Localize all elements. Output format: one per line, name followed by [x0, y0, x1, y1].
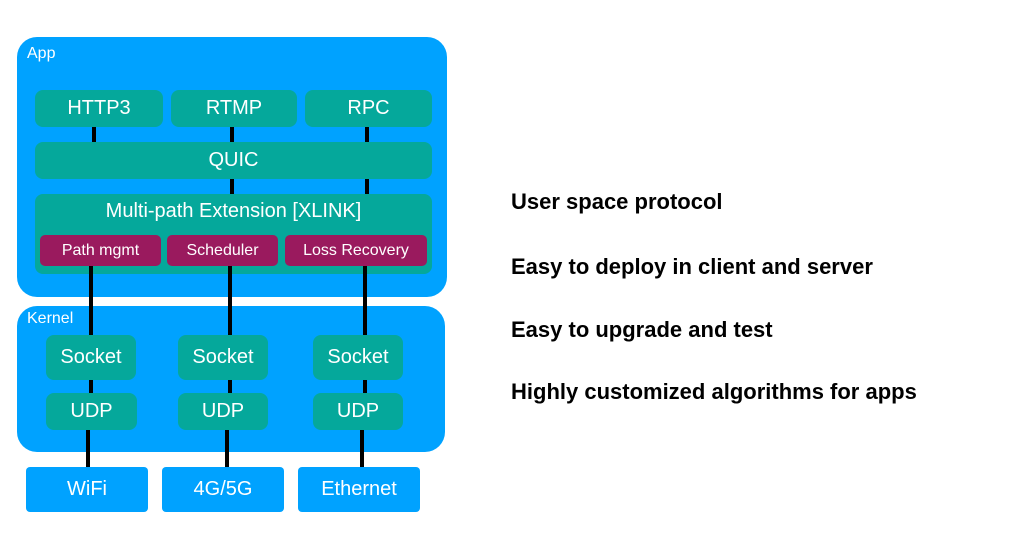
- connector-http3-quic: [92, 127, 96, 142]
- connector-path1-socket-udp: [89, 380, 93, 393]
- connector-rpc-quic: [365, 127, 369, 142]
- connector-path1-udp-network: [86, 430, 90, 467]
- network-ethernet: Ethernet: [298, 467, 420, 512]
- feature-easy-upgrade: Easy to upgrade and test: [511, 317, 773, 342]
- connector-path2-udp-network: [225, 430, 229, 467]
- protocol-http3: HTTP3: [35, 90, 163, 127]
- connector-path3-socket-udp: [363, 380, 367, 393]
- connector-quic-extension-1: [230, 179, 234, 194]
- connector-path2-extension-socket: [228, 266, 232, 335]
- udp-path1: UDP: [46, 393, 137, 430]
- module-loss-recovery: Loss Recovery: [285, 235, 427, 266]
- module-path-mgmt: Path mgmt: [40, 235, 161, 266]
- quic-box: QUIC: [35, 142, 432, 179]
- socket-path3: Socket: [313, 335, 403, 380]
- connector-path1-extension-socket: [89, 266, 93, 335]
- feature-custom-algorithms: Highly customized algorithms for apps: [511, 379, 917, 404]
- connector-path3-udp-network: [360, 430, 364, 467]
- module-scheduler: Scheduler: [167, 235, 278, 266]
- connector-path3-extension-socket: [363, 266, 367, 335]
- feature-user-space: User space protocol: [511, 189, 723, 214]
- multipath-extension-label: Multi-path Extension [XLINK]: [105, 200, 362, 222]
- network-wifi: WiFi: [26, 467, 148, 512]
- feature-easy-deploy: Easy to deploy in client and server: [511, 254, 873, 279]
- kernel-layer-label: Kernel: [27, 310, 74, 327]
- udp-path3: UDP: [313, 393, 403, 430]
- connector-path2-socket-udp: [228, 380, 232, 393]
- protocol-rpc: RPC: [305, 90, 432, 127]
- network-cellular: 4G/5G: [162, 467, 284, 512]
- app-layer-label: App: [27, 45, 56, 62]
- udp-path2: UDP: [178, 393, 268, 430]
- connector-rtmp-quic: [230, 127, 234, 142]
- socket-path2: Socket: [178, 335, 268, 380]
- connector-quic-extension-2: [365, 179, 369, 194]
- socket-path1: Socket: [46, 335, 136, 380]
- protocol-rtmp: RTMP: [171, 90, 297, 127]
